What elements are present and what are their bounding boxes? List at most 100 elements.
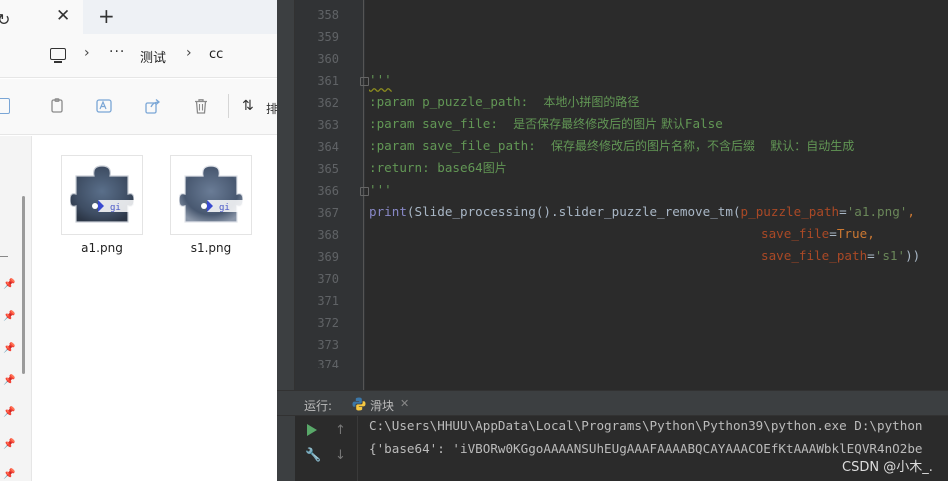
code-line-362[interactable]: :param p_puzzle_path: 本地小拼图的路径 [369, 94, 639, 110]
string-literal: 's1' [874, 248, 906, 263]
run-side-strip: 书签 [277, 416, 295, 481]
line-number: 366 [317, 184, 339, 198]
close-tab-icon[interactable]: ✕ [400, 397, 409, 410]
pin-icon[interactable]: 📌 [3, 343, 15, 354]
file-thumbnail-s1[interactable]: gi [170, 155, 252, 235]
keyword-arg-name: p_puzzle_path [740, 204, 840, 219]
console-output-line: {'base64': 'iVBORw0KGgoAAAANSUhEUgAAAFAA… [369, 441, 923, 456]
close-tab-icon[interactable]: ✕ [56, 6, 70, 26]
run-config-tab[interactable]: 滑块 [370, 397, 394, 414]
code-line-367[interactable]: print(Slide_processing().slider_puzzle_r… [369, 204, 915, 220]
docstring-text: :param save_file: [369, 116, 514, 131]
line-number: 365 [317, 162, 339, 176]
new-tab-button[interactable]: + [98, 5, 115, 27]
code-comma: , [907, 204, 915, 219]
keyword-literal: True [836, 226, 868, 241]
breadcrumb-item-test[interactable]: 测试 [140, 47, 166, 66]
code-line-368[interactable]: save_file=True, [761, 226, 875, 242]
file-name-s1[interactable]: s1.png [170, 241, 252, 255]
svg-text:gi: gi [110, 203, 121, 213]
this-pc-icon[interactable] [50, 48, 66, 63]
sort-icon[interactable]: ⇅ [242, 98, 254, 114]
pin-icon[interactable]: 📌 [3, 375, 15, 386]
code-line-365[interactable]: :return: base64图片 [369, 160, 507, 176]
docstring-text: 是否保存最终修改后的图片 默认 [513, 117, 685, 131]
sort-button-label[interactable]: 排 [266, 100, 277, 117]
keyword-arg-name: save_file_path [761, 248, 868, 263]
line-number: 371 [317, 294, 339, 308]
copy-icon[interactable] [50, 98, 66, 114]
line-number: 373 [317, 338, 339, 352]
docstring-text: 图片 [482, 161, 507, 175]
file-name-a1[interactable]: a1.png [61, 241, 143, 255]
explorer-tab-bar: ✕ + [0, 0, 277, 34]
line-number: 369 [317, 250, 339, 264]
line-number: 363 [317, 118, 339, 132]
pin-icon[interactable]: 📌 [3, 279, 15, 290]
rename-icon[interactable] [96, 98, 112, 114]
pin-icon[interactable]: 📌 [3, 439, 15, 450]
pin-icon[interactable]: 📌 [3, 311, 15, 322]
code-line-363[interactable]: :param save_file: 是否保存最终修改后的图片 默认False [369, 116, 723, 132]
line-number: 362 [317, 96, 339, 110]
file-thumbnail-a1[interactable]: gi [61, 155, 143, 235]
code-close-paren: )) [905, 248, 921, 263]
code-operator: = [839, 204, 847, 219]
breadcrumb-separator: › [186, 45, 192, 61]
pin-icon[interactable]: 📌 [3, 469, 15, 480]
line-number: 361 [317, 74, 339, 88]
scroll-down-icon[interactable]: ↓ [335, 448, 346, 463]
line-number: 364 [317, 140, 339, 154]
docstring-text: False [684, 116, 723, 131]
file-explorer-window: ✕ + ↻ › ··· 测试 › cc ⇅ 排 📌 📌 📌 📌 📌 📌 📌 gi… [0, 0, 277, 481]
code-call: (Slide_processing().slider_puzzle_remove… [406, 204, 741, 219]
puzzle-piece-image: gi [179, 165, 243, 223]
docstring-text: 保存最终修改后的图片名称，不含后缀 默认：自动生成 [550, 139, 855, 153]
wrench-icon[interactable]: 🔧 [305, 448, 321, 463]
run-header: 运行: 滑块 ✕ [277, 390, 948, 416]
ide-tool-strip [277, 0, 295, 390]
refresh-icon[interactable]: ↻ [0, 10, 10, 29]
docstring-text: :return: base64 [369, 160, 483, 175]
toolbar-divider [228, 94, 229, 118]
code-line-361[interactable]: ''' [369, 72, 392, 88]
run-title: 运行: [304, 399, 333, 413]
run-divider [357, 416, 358, 481]
docstring-text: :param save_file_path: [369, 138, 551, 153]
rerun-icon[interactable] [307, 424, 317, 436]
fold-marker-icon[interactable] [360, 77, 369, 86]
puzzle-piece-image: gi [70, 165, 134, 223]
fold-marker-icon[interactable] [360, 187, 369, 196]
delete-icon[interactable] [193, 98, 209, 114]
watermark: CSDN @小木_. [842, 460, 933, 475]
line-number: 372 [317, 316, 339, 330]
console-output-line: C:\Users\HHUU\AppData\Local\Programs\Pyt… [369, 418, 923, 433]
docstring-open: ''' [369, 72, 392, 87]
nav-item-marker [0, 256, 8, 257]
breadcrumb-item-cc[interactable]: cc [209, 47, 223, 62]
breadcrumb-more[interactable]: ··· [109, 44, 125, 60]
line-number: 368 [317, 228, 339, 242]
code-operator: = [867, 248, 875, 263]
docstring-text: :param p_puzzle_path: [369, 94, 544, 109]
address-bar[interactable] [0, 34, 277, 78]
breadcrumb-separator: › [84, 45, 90, 61]
explorer-tab[interactable]: ✕ [0, 0, 83, 34]
code-line-369[interactable]: save_file_path='s1')) [761, 248, 920, 264]
code-line-364[interactable]: :param save_file_path: 保存最终修改后的图片名称，不含后缀… [369, 138, 854, 154]
nav-pane-scrollbar[interactable] [22, 196, 25, 374]
code-line-366[interactable]: ''' [369, 182, 392, 198]
code-operator: = [829, 226, 837, 241]
command-bar [0, 79, 277, 135]
line-number: 370 [317, 272, 339, 286]
python-icon [352, 397, 366, 411]
pin-icon[interactable]: 📌 [3, 407, 15, 418]
ide-window: 358 359 360 361 362 363 364 365 366 367 … [277, 0, 948, 481]
line-number: 358 [317, 8, 339, 22]
share-icon[interactable] [145, 98, 161, 114]
builtin-print: print [369, 204, 407, 219]
docstring-close: ''' [369, 182, 392, 197]
cut-icon[interactable] [0, 98, 10, 114]
scroll-up-icon[interactable]: ↑ [335, 423, 346, 438]
line-number: 367 [317, 206, 339, 220]
